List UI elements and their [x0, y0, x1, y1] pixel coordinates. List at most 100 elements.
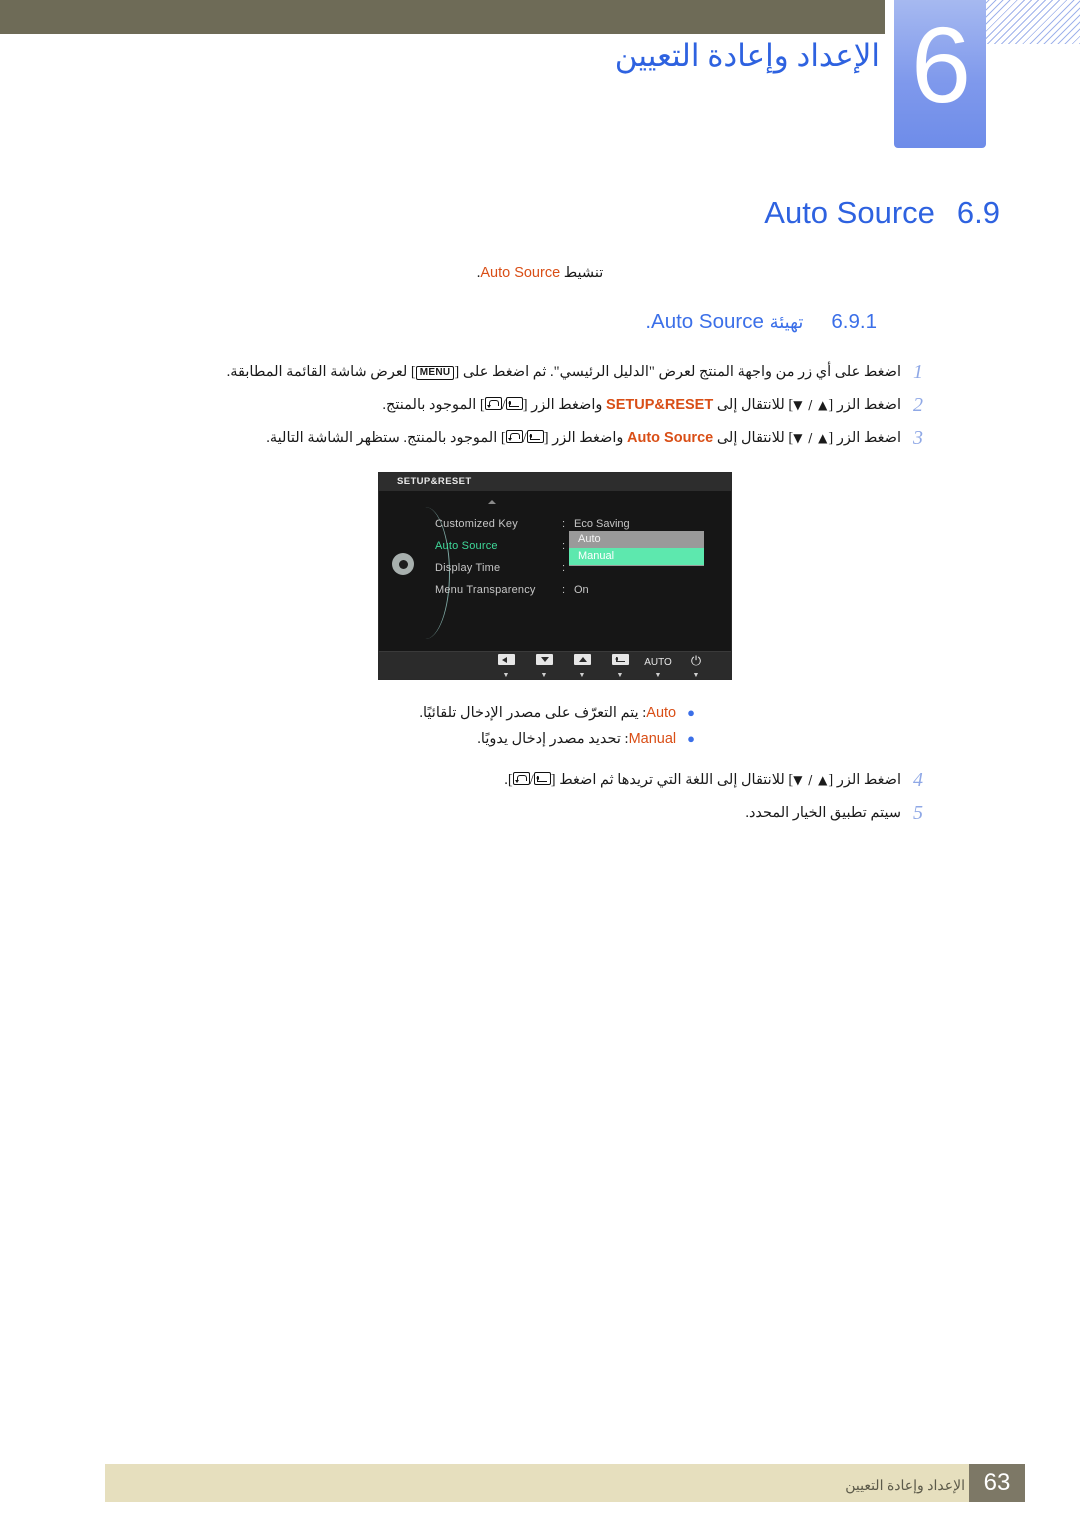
left-arrow-icon	[497, 654, 515, 665]
step3-segment-b: ] للانتقال إلى	[713, 430, 794, 446]
osd-screenshot: SETUP&RESET Customized Key : Eco Saving …	[378, 472, 732, 680]
step2-segment-b: ] للانتقال إلى	[713, 397, 794, 413]
enter-key-icon	[526, 430, 544, 443]
step-number: 3	[913, 427, 923, 449]
osd-button-bar: ▼ ▼ ▼ ▼ AUTO ▼ ⏻ ▼	[379, 651, 731, 679]
header-bar	[0, 0, 885, 34]
osd-menu-item[interactable]: Menu Transparency : On	[435, 579, 725, 601]
osd-key-caret-icon: ▼	[616, 672, 624, 679]
step-text: اضغط الزر [▲ / ▼] للانتقال إلى اللغة الت…	[105, 768, 901, 792]
steps-list: 1 اضغط على أي زر من واجهة المنتج لعرض "ا…	[105, 360, 935, 450]
osd-key-caret-icon: ▼	[578, 672, 586, 679]
section-intro: تنشيط Auto Source.	[105, 265, 1005, 282]
step-number: 1	[913, 361, 923, 383]
back-key-icon	[512, 772, 530, 785]
osd-item-colon: :	[562, 584, 566, 596]
step2-highlight: SETUP&RESET	[606, 397, 714, 413]
step-text: سيتم تطبيق الخيار المحدد.	[105, 801, 901, 825]
osd-dropdown-option-manual[interactable]: Manual	[569, 548, 704, 565]
updown-arrow-icon: ▲ / ▼	[793, 773, 829, 787]
bullet-term: Auto	[646, 705, 677, 721]
osd-down-arrow-button[interactable]: ▼	[525, 652, 563, 679]
section-title-text: Auto Source	[764, 195, 935, 230]
step1-segment-b: ] لعرض شاشة القائمة المطابقة.	[226, 364, 416, 380]
osd-power-button[interactable]: ⏻ ▼	[677, 652, 715, 679]
osd-key-caret-icon: ▼	[540, 672, 548, 679]
updown-arrow-icon: ▲ / ▼	[793, 431, 829, 445]
osd-key-caret-icon: ▼	[502, 672, 510, 679]
osd-item-colon: :	[562, 562, 566, 574]
power-icon: ⏻	[690, 654, 702, 669]
down-arrow-icon	[535, 654, 553, 665]
osd-key-caret-icon: ▼	[692, 672, 700, 679]
subsection-heading: 6.9.1تهيئة Auto Source.	[105, 310, 1005, 334]
enter-key-icon	[505, 397, 523, 410]
step-text: اضغط على أي زر من واجهة المنتج لعرض "الد…	[105, 360, 901, 384]
osd-item-colon: :	[562, 540, 566, 552]
step-item: 5 سيتم تطبيق الخيار المحدد.	[105, 801, 935, 825]
section-intro-arabic: تنشيط	[563, 265, 604, 281]
osd-scroll-up-icon	[488, 500, 496, 504]
step4-segment-b: ] للانتقال إلى اللغة التي تريدها ثم اضغط…	[550, 772, 794, 788]
osd-dropdown-option-auto[interactable]: Auto	[569, 531, 704, 548]
step2-segment-c: واضغط الزر [	[522, 397, 607, 413]
bullet-item: ● Auto: يتم التعرّف على مصدر الإدخال تلق…	[105, 700, 805, 726]
step3-segment-c: واضغط الزر [	[543, 430, 627, 446]
osd-body: Customized Key : Eco Saving Auto Source …	[379, 491, 731, 651]
bullet-dot-icon: ●	[687, 705, 695, 720]
osd-figure-wrapper: SETUP&RESET Customized Key : Eco Saving …	[105, 472, 1005, 680]
chapter-title: الإعداد وإعادة التعيين	[614, 38, 880, 73]
osd-item-label: Auto Source	[435, 540, 498, 552]
back-key-icon	[505, 430, 523, 443]
step-item: 4 اضغط الزر [▲ / ▼] للانتقال إلى اللغة ا…	[105, 768, 935, 792]
footer-chapter-label: الإعداد وإعادة التعيين	[845, 1479, 965, 1494]
osd-item-label: Customized Key	[435, 518, 518, 530]
osd-item-label: Display Time	[435, 562, 501, 574]
step-text: اضغط الزر [▲ / ▼] للانتقال إلى SETUP&RES…	[105, 393, 901, 417]
page-content: 6.9 Auto Source تنشيط Auto Source. 6.9.1 ت…	[105, 195, 1005, 834]
osd-title: SETUP&RESET	[397, 476, 472, 487]
steps-list-continued: 4 اضغط الزر [▲ / ▼] للانتقال إلى اللغة ا…	[105, 768, 935, 825]
bullet-item: ● Manual: تحديد مصدر إدخال يدويًا.	[105, 726, 805, 752]
bullet-description: : تحديد مصدر إدخال يدويًا.	[477, 731, 629, 747]
bullet-dot-icon: ●	[687, 731, 695, 746]
step-item: 2 اضغط الزر [▲ / ▼] للانتقال إلى SETUP&R…	[105, 393, 935, 417]
subsection-number: 6.9.1	[831, 310, 877, 333]
enter-key-icon	[533, 772, 551, 785]
subsection-title-english: Auto Source	[651, 310, 764, 333]
menu-key-icon: MENU	[415, 366, 455, 380]
up-arrow-icon	[573, 654, 591, 665]
subsection-title-arabic: تهيئة	[769, 312, 804, 332]
step-number: 4	[913, 769, 923, 791]
updown-arrow-icon: ▲ / ▼	[793, 398, 829, 412]
osd-enter-button[interactable]: ▼	[601, 652, 639, 679]
step3-segment-a: اضغط الزر [	[828, 430, 901, 446]
step-number: 5	[913, 802, 923, 824]
header-stripe-pattern	[985, 0, 1080, 44]
osd-left-arrow-button[interactable]: ▼	[487, 652, 525, 679]
osd-item-label: Menu Transparency	[435, 584, 536, 596]
step4-segment-d: ].	[504, 772, 513, 788]
enter-icon	[611, 654, 629, 665]
osd-auto-button[interactable]: AUTO ▼	[639, 652, 677, 679]
bullet-text: Auto: يتم التعرّف على مصدر الإدخال تلقائ…	[419, 700, 676, 726]
step2-segment-a: اضغط الزر [	[828, 397, 901, 413]
section-number: 6.9	[956, 195, 1000, 230]
osd-dropdown[interactable]: Auto Manual	[569, 531, 704, 566]
page-number: 63	[969, 1464, 1025, 1502]
option-descriptions: ● Auto: يتم التعرّف على مصدر الإدخال تلق…	[105, 700, 805, 752]
step3-segment-d: ] الموجود بالمنتج. ستظهر الشاشة التالية.	[266, 430, 506, 446]
step-item: 1 اضغط على أي زر من واجهة المنتج لعرض "ا…	[105, 360, 935, 384]
step1-segment-a: اضغط على أي زر من واجهة المنتج لعرض "الد…	[454, 364, 901, 380]
bullet-description: : يتم التعرّف على مصدر الإدخال تلقائيًا.	[419, 705, 647, 721]
osd-up-arrow-button[interactable]: ▼	[563, 652, 601, 679]
osd-auto-label: AUTO	[644, 657, 672, 668]
step-text: اضغط الزر [▲ / ▼] للانتقال إلى Auto Sour…	[105, 426, 901, 450]
bullet-term: Manual	[628, 731, 677, 747]
back-key-icon	[484, 397, 502, 410]
osd-item-value: On	[574, 584, 589, 596]
step-number: 2	[913, 394, 923, 416]
step-item: 3 اضغط الزر [▲ / ▼] للانتقال إلى Auto So…	[105, 426, 935, 450]
step4-segment-a: اضغط الزر [	[828, 772, 901, 788]
step5-segment-a: سيتم تطبيق الخيار المحدد.	[745, 805, 901, 821]
